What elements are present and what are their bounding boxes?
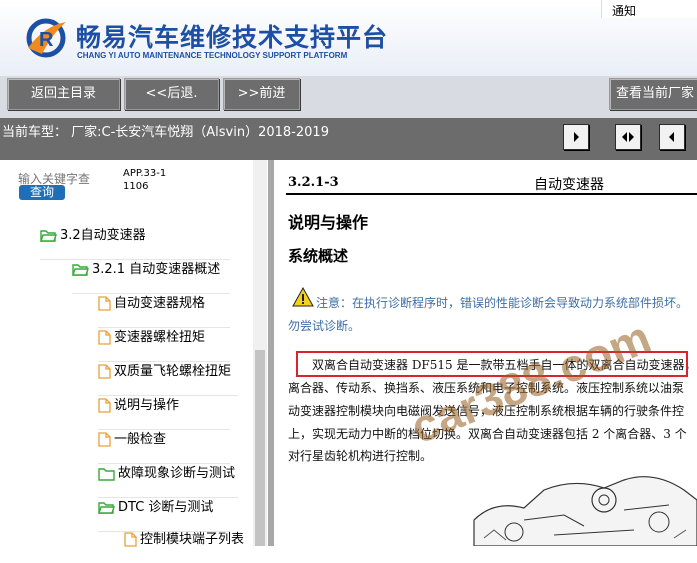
current-vehicle-label: 当前车型： 厂家:C-长安汽车悦翔（Alsvin）2018-2019: [2, 125, 329, 140]
tree-scrollbar-thumb[interactable]: [255, 350, 265, 546]
section-title: 自动变速器: [534, 177, 604, 193]
transmission-diagram: [473, 476, 697, 546]
logo-icon: R: [26, 18, 66, 58]
tree-item-terminal-list[interactable]: 控制模块端子列表: [124, 529, 252, 563]
home-button[interactable]: 返回主目录: [7, 78, 120, 110]
tree-item-auto-transmission[interactable]: 3.2自动变速器: [40, 225, 230, 260]
tree-item-dtc-diagnosis[interactable]: DTC 诊断与测试: [98, 497, 230, 532]
section-code: 3.2.1-3: [288, 175, 339, 190]
tree-item-general-inspection[interactable]: 一般检查: [98, 429, 230, 464]
folder-open-icon: [40, 229, 57, 242]
search-button[interactable]: 查询: [19, 185, 65, 200]
tree-item-transmission-specs[interactable]: 自动变速器规格: [98, 293, 230, 328]
forward-button[interactable]: >>前进: [223, 78, 300, 110]
tree-item-flywheel-torque[interactable]: 双质量飞轮螺栓扭矩: [98, 361, 238, 396]
folder-open-icon: [72, 263, 89, 276]
tree-label: 自动变速器规格: [114, 296, 206, 311]
tree-item-bolt-torque[interactable]: 变速器螺栓扭矩: [98, 327, 230, 362]
notice-label: 通知: [612, 4, 637, 18]
view-current-maker-button[interactable]: 查看当前厂家: [609, 78, 697, 110]
brand-title: 畅易汽车维修技术支持平台: [76, 23, 389, 52]
toolbar: 返回主目录 <<后退. >>前进 查看当前厂家: [0, 76, 697, 118]
brand-subtitle: CHANG YI AUTO MAINTENANCE TECHNOLOGY SUP…: [77, 51, 348, 60]
warning-text-line: 勿尝试诊断。: [288, 319, 361, 333]
document-icon: [98, 398, 111, 413]
tree-item-transmission-overview[interactable]: 3.2.1 自动变速器概述: [72, 259, 230, 294]
tree-label: 故障现象诊断与测试: [118, 466, 236, 481]
paragraph-line: 对行星齿轮机构进行控制。: [288, 449, 433, 463]
tree-label: 变速器螺栓扭矩: [114, 330, 206, 345]
tree-item-symptom-diagnosis[interactable]: 故障现象诊断与测试: [98, 463, 238, 498]
tree-label: 3.2.1 自动变速器概述: [92, 262, 221, 277]
document-heading: 说明与操作: [288, 213, 369, 232]
document-icon: [124, 532, 137, 547]
warning-icon: [292, 287, 314, 307]
warning-text-line: 注意：在执行诊断程序时，错误的性能诊断会导致动力系统部件损坏。: [316, 296, 689, 310]
tree-label: 3.2自动变速器: [60, 228, 146, 243]
back-button[interactable]: <<后退.: [124, 78, 219, 110]
svg-text:R: R: [39, 29, 54, 51]
vehicle-bar: 当前车型： 厂家:C-长安汽车悦翔（Alsvin）2018-2019: [0, 118, 697, 160]
folder-open-icon: [98, 501, 115, 514]
collapse-right-button[interactable]: [659, 124, 685, 150]
app-version: APP.33-11106: [123, 168, 167, 192]
header-rule: [286, 193, 697, 195]
tree-item-description-operation[interactable]: 说明与操作: [98, 395, 230, 430]
tree-label: DTC 诊断与测试: [118, 500, 214, 515]
split-view-button[interactable]: [615, 124, 641, 150]
arrow-left-icon: [669, 132, 674, 142]
split-arrows-icon: [622, 132, 634, 142]
arrow-right-icon: [574, 132, 579, 142]
notice-link[interactable]: 通知: [601, 0, 697, 18]
document-subheading: 系统概述: [288, 247, 349, 265]
document-viewer: 3.2.1-3 自动变速器 说明与操作 系统概述 注意：在执行诊断程序时，错误的…: [274, 160, 697, 546]
folder-icon: [98, 467, 115, 481]
document-icon: [98, 364, 111, 379]
tree-label: 说明与操作: [114, 398, 180, 413]
document-icon: [98, 296, 111, 311]
tree-label: 双质量飞轮螺栓扭矩: [114, 364, 232, 379]
collapse-left-button[interactable]: [563, 124, 589, 150]
document-icon: [98, 330, 111, 345]
document-icon: [98, 432, 111, 447]
tree-label: 控制模块端子列表: [140, 532, 245, 547]
tree-label: 一般检查: [114, 432, 167, 447]
app-header: R 畅易汽车维修技术支持平台 CHANG YI AUTO MAINTENANCE…: [0, 0, 697, 76]
